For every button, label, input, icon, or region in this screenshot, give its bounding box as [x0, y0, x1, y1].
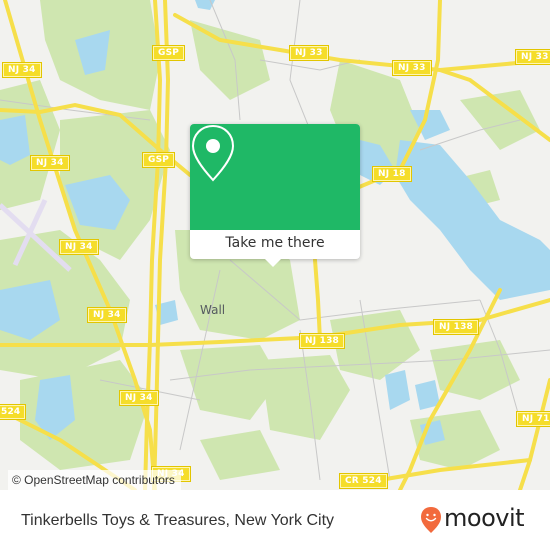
route-shield-gsp: GSP — [151, 45, 186, 61]
route-shield-nj18: NJ 18 — [372, 166, 412, 182]
route-shield-nj33: NJ 33 — [392, 60, 432, 76]
map-attribution[interactable]: © OpenStreetMap contributors — [8, 470, 181, 490]
route-shield-nj138: NJ 138 — [298, 333, 346, 349]
map[interactable]: Wall GSP GSP NJ 34 NJ 34 NJ 34 NJ 34 NJ … — [0, 0, 550, 490]
route-shield-nj34: NJ 34 — [30, 155, 70, 171]
moovit-wordmark: moovit — [444, 504, 525, 532]
popup-header — [190, 124, 360, 230]
popup-pointer — [265, 259, 281, 267]
moovit-smile-pin-icon — [421, 507, 441, 533]
place-title: Tinkerbells Toys & Treasures, New York C… — [21, 512, 335, 529]
location-popup: Take me there — [190, 124, 360, 267]
route-shield-nj33: NJ 33 — [289, 45, 329, 61]
route-shield-nj34: NJ 34 — [87, 307, 127, 323]
map-pin-icon — [191, 124, 235, 182]
route-shield-gsp: GSP — [141, 152, 176, 168]
footer: Tinkerbells Toys & Treasures, New York C… — [0, 490, 550, 550]
route-shield-nj34: NJ 34 — [59, 239, 99, 255]
route-shield-nj33: NJ 33 — [515, 49, 550, 65]
route-shield-nj34: NJ 34 — [119, 390, 159, 406]
route-shield-nj71: NJ 71 — [516, 411, 550, 427]
route-shield-cr524: CR 524 — [339, 473, 388, 489]
place-label-wall: Wall — [200, 303, 226, 317]
take-me-there-button[interactable]: Take me there — [190, 230, 360, 259]
route-shield-nj34: NJ 34 — [2, 62, 42, 78]
route-shield-cr524: 524 — [0, 404, 27, 420]
route-shield-nj138: NJ 138 — [432, 319, 480, 335]
